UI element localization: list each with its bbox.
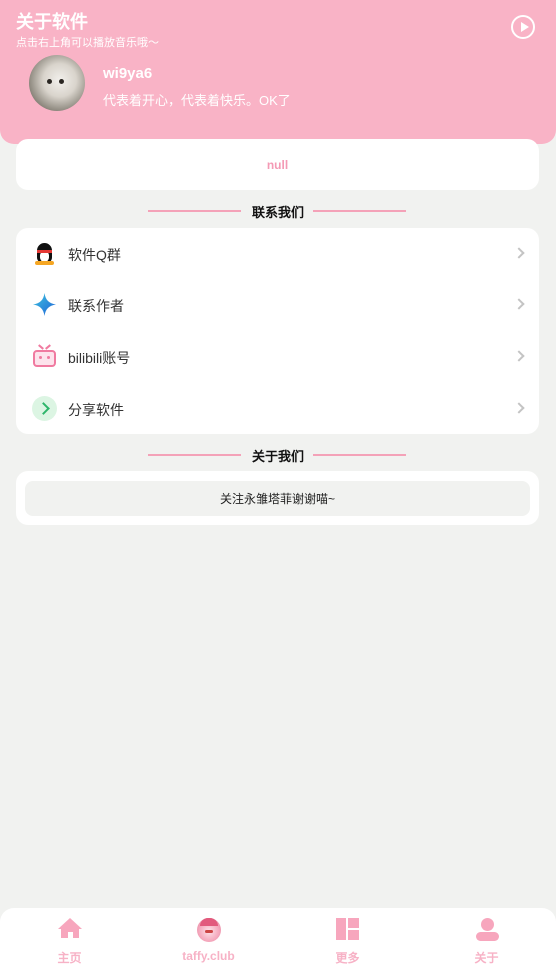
header: 关于软件 点击右上角可以播放音乐哦～ wi9ya6 代表着开心，代表着快乐。OK… [0,0,556,144]
contact-list: 软件Q群 联系作者 bilibili账号 分享软件 [16,228,539,434]
nav-tab-label: 主页 [57,951,82,965]
nav-tab-more[interactable]: 更多 [278,908,417,970]
chevron-right-icon [513,247,525,259]
contact-section-title: 联系我们 [251,205,304,220]
bilibili-tv-icon [32,344,57,369]
about-section-header: 关于我们 [0,444,556,464]
share-arrow-icon [32,396,57,421]
divider-line [313,210,406,212]
bottom-nav: 主页 taffy.club 更多 关于 [0,908,556,970]
nav-tab-taffy[interactable]: taffy.club [139,908,278,970]
about-card: 关注永雏塔菲谢谢喵~ [16,471,539,525]
chevron-right-icon [513,350,525,362]
divider-line [313,454,406,456]
nav-tab-label: 关于 [474,951,499,965]
list-item-label: 软件Q群 [68,247,121,263]
list-item-label: 联系作者 [68,298,124,314]
qq-penguin-icon [32,241,57,266]
page-subtitle: 点击右上角可以播放音乐哦～ [16,37,159,49]
list-item-qq-group[interactable]: 软件Q群 [16,228,539,279]
nav-tab-home[interactable]: 主页 [0,908,139,970]
list-item-label: bilibili账号 [68,350,131,366]
nav-tab-about[interactable]: 关于 [417,908,556,970]
follow-button[interactable]: 关注永雏塔菲谢谢喵~ [25,481,530,516]
nav-tab-label: taffy.club [182,949,235,963]
username: wi9ya6 [103,65,153,82]
user-bio: 代表着开心，代表着快乐。OK了 [103,93,291,108]
chevron-right-icon [513,402,525,414]
about-section-title: 关于我们 [251,449,304,464]
list-item-label: 分享软件 [68,402,124,418]
grid-blocks-icon [336,918,360,942]
taffy-avatar-icon [197,918,221,942]
chevron-right-icon [513,298,525,310]
star-sparkle-icon [32,292,57,317]
contact-section-header: 联系我们 [0,200,556,220]
home-icon [58,918,82,942]
avatar[interactable] [29,55,85,111]
page-title: 关于软件 [16,12,88,32]
list-item-contact-author[interactable]: 联系作者 [16,279,539,330]
person-icon [475,918,499,942]
list-item-bilibili[interactable]: bilibili账号 [16,331,539,382]
play-circle-icon[interactable] [511,15,535,39]
list-item-share[interactable]: 分享软件 [16,383,539,434]
status-text: null [266,157,289,172]
status-card: null [16,139,539,190]
nav-tab-label: 更多 [335,951,360,965]
